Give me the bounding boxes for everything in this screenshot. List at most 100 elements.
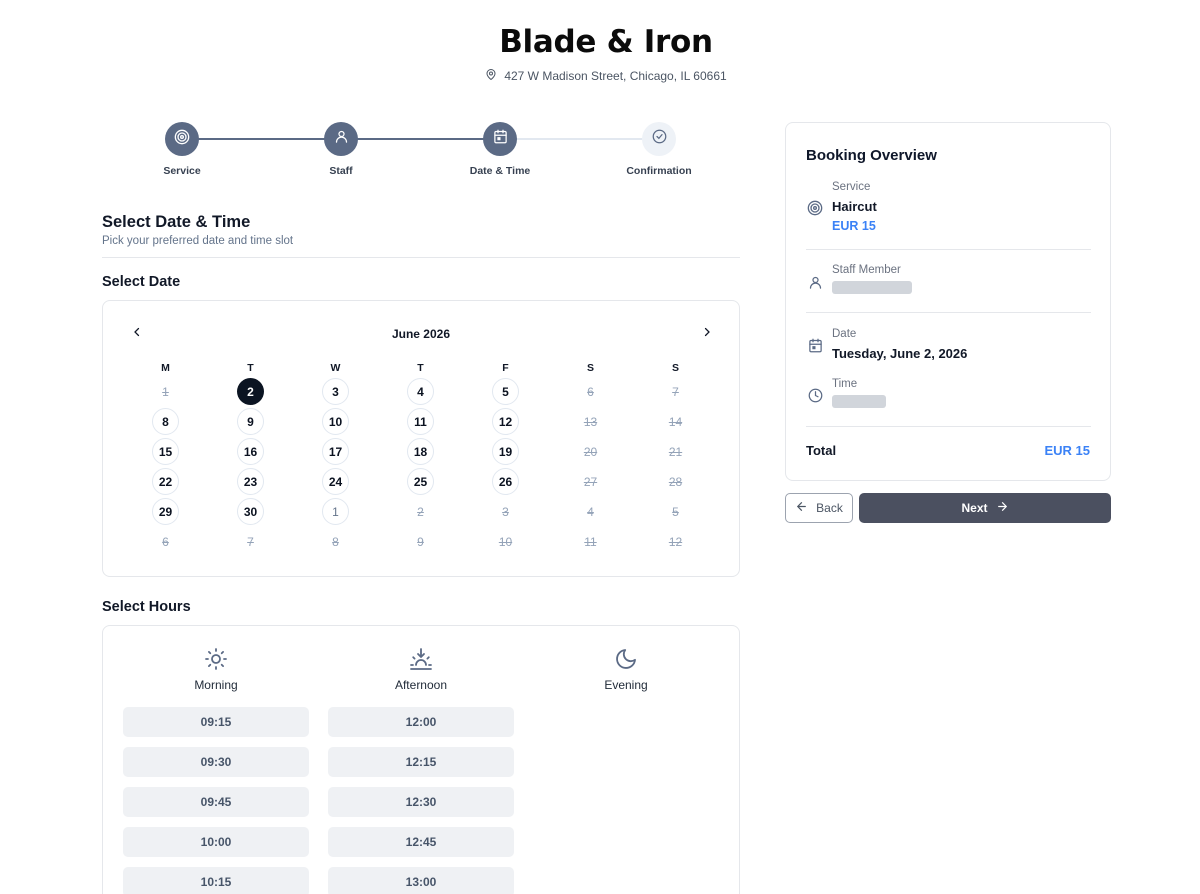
- step-date-time-circle: [483, 122, 517, 156]
- period-label: Evening: [604, 678, 648, 692]
- weekday-header: S: [586, 362, 594, 374]
- time-slot-button[interactable]: 09:15: [123, 707, 309, 737]
- time-slot-button[interactable]: 10:15: [123, 867, 309, 894]
- calendar-day[interactable]: 12: [492, 408, 519, 435]
- overview-divider: [806, 426, 1091, 427]
- calendar-icon: [806, 336, 824, 354]
- calendar-day[interactable]: 5: [492, 378, 519, 405]
- calendar-day: 6: [162, 534, 169, 549]
- hours-panel: Morning Afternoon Evening 09:15 09:30 09:4…: [102, 625, 740, 894]
- calendar-day[interactable]: 23: [237, 468, 264, 495]
- overview-divider: [806, 249, 1091, 250]
- weekday-header: W: [330, 362, 341, 374]
- calendar-day[interactable]: 24: [322, 468, 349, 495]
- period-evening: Evening: [533, 644, 719, 692]
- address-text: 427 W Madison Street, Chicago, IL 60661: [504, 69, 727, 83]
- sunset-icon: [328, 644, 514, 674]
- next-button-label: Next: [961, 501, 988, 515]
- calendar-day[interactable]: 9: [237, 408, 264, 435]
- step-staff[interactable]: Staff: [291, 122, 391, 177]
- calendar-day[interactable]: 30: [237, 498, 264, 525]
- time-slot-button[interactable]: 09:45: [123, 787, 309, 817]
- step-confirmation[interactable]: Confirmation: [609, 122, 709, 177]
- weekday-header: T: [417, 362, 424, 374]
- back-button-label: Back: [816, 501, 843, 515]
- service-label: Service: [832, 181, 871, 193]
- calendar-day[interactable]: 18: [407, 438, 434, 465]
- total-label: Total: [806, 443, 837, 458]
- date-value: Tuesday, June 2, 2026: [832, 346, 968, 361]
- step-service-circle: [165, 122, 199, 156]
- calendar-month-label: June 2026: [391, 327, 451, 341]
- calendar-day: 3: [502, 504, 509, 519]
- calendar-day: 21: [668, 444, 683, 459]
- calendar-day[interactable]: 3: [322, 378, 349, 405]
- target-icon: [174, 129, 190, 150]
- calendar-day: 7: [247, 534, 254, 549]
- time-slot-button[interactable]: 12:15: [328, 747, 514, 777]
- calendar-day[interactable]: 26: [492, 468, 519, 495]
- time-slot-button[interactable]: 13:00: [328, 867, 514, 894]
- calendar-day: 6: [587, 384, 594, 399]
- weekday-header: T: [247, 362, 254, 374]
- step-label: Date & Time: [469, 165, 531, 177]
- select-date-title: Select Date: [102, 274, 181, 290]
- booking-stepper: Service Staff Date & Time Confirmation: [102, 122, 740, 182]
- time-slot-button[interactable]: 12:00: [328, 707, 514, 737]
- step-service[interactable]: Service: [132, 122, 232, 177]
- calendar-day: 5: [672, 504, 679, 519]
- weekday-header: M: [161, 362, 170, 374]
- arrow-right-icon: [996, 500, 1009, 516]
- time-label: Time: [832, 378, 858, 390]
- calendar-day[interactable]: 16: [237, 438, 264, 465]
- calendar-day: 8: [332, 534, 339, 549]
- arrow-left-icon: [795, 500, 808, 516]
- business-address: 427 W Madison Street, Chicago, IL 60661: [0, 68, 1200, 84]
- staff-label: Staff Member: [832, 264, 901, 276]
- next-button[interactable]: Next: [859, 493, 1111, 523]
- step-date-time[interactable]: Date & Time: [450, 122, 550, 177]
- calendar-day[interactable]: 25: [407, 468, 434, 495]
- next-month-button[interactable]: [698, 325, 716, 343]
- calendar-day: 1: [162, 384, 169, 399]
- staff-placeholder: [832, 281, 912, 294]
- total-value: EUR 15: [1044, 443, 1090, 458]
- step-label: Confirmation: [626, 165, 692, 177]
- step-label: Service: [163, 165, 201, 177]
- calendar-day: 2: [417, 504, 424, 519]
- calendar-day: 10: [498, 534, 513, 549]
- weekday-header: S: [671, 362, 679, 374]
- step-staff-circle: [324, 122, 358, 156]
- calendar-day: 7: [672, 384, 679, 399]
- time-slot-button[interactable]: 09:30: [123, 747, 309, 777]
- step-label: Staff: [329, 165, 353, 177]
- time-slot-button[interactable]: 12:30: [328, 787, 514, 817]
- clock-icon: [806, 386, 824, 404]
- calendar-day[interactable]: 10: [322, 408, 349, 435]
- calendar-day[interactable]: 8: [152, 408, 179, 435]
- time-slot-button[interactable]: 12:45: [328, 827, 514, 857]
- calendar-day[interactable]: 29: [152, 498, 179, 525]
- back-button[interactable]: Back: [785, 493, 853, 523]
- date-calendar: June 2026 M T W T F S S 1 2 3 4 5 6 7 8 9 10 11 12 13 14 15 16…: [102, 300, 740, 577]
- calendar-icon: [493, 129, 508, 149]
- calendar-day[interactable]: 15: [152, 438, 179, 465]
- calendar-day: 20: [583, 444, 598, 459]
- period-label: Afternoon: [394, 678, 448, 692]
- select-hours-title: Select Hours: [102, 599, 191, 615]
- period-label: Morning: [194, 678, 238, 692]
- calendar-day-selected[interactable]: 2: [237, 378, 264, 405]
- check-circle-icon: [652, 129, 667, 149]
- booking-overview: Booking Overview Service Haircut EUR 15 …: [785, 122, 1111, 481]
- chevron-right-icon: [701, 325, 713, 343]
- time-slot-button[interactable]: 10:00: [123, 827, 309, 857]
- calendar-day[interactable]: 22: [152, 468, 179, 495]
- page-title: Select Date & Time: [102, 213, 251, 231]
- calendar-day: 28: [668, 474, 683, 489]
- calendar-day[interactable]: 11: [407, 408, 434, 435]
- period-morning: Morning: [123, 644, 309, 692]
- calendar-day[interactable]: 19: [492, 438, 519, 465]
- calendar-day[interactable]: 4: [407, 378, 434, 405]
- calendar-day[interactable]: 17: [322, 438, 349, 465]
- calendar-day[interactable]: 1: [322, 498, 349, 525]
